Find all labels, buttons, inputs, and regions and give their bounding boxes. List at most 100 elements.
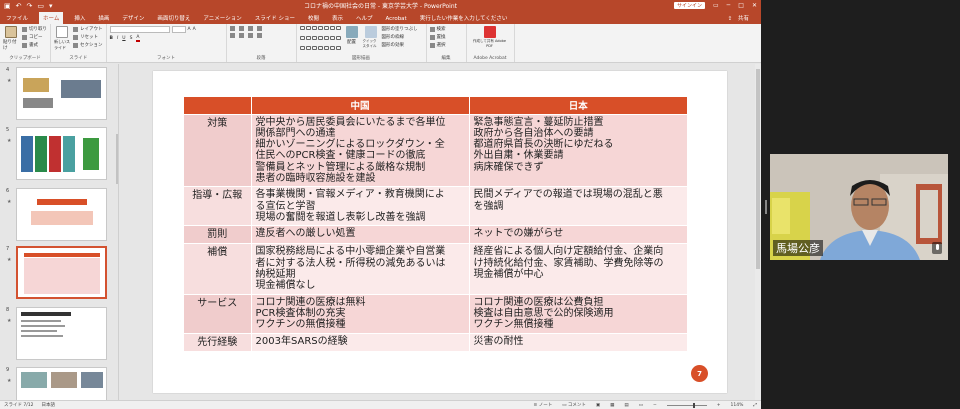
reset-button[interactable]: リセット: [73, 34, 103, 40]
font-name-select[interactable]: [109, 26, 170, 33]
signin-button[interactable]: サインイン: [673, 2, 705, 9]
grow-font-icon[interactable]: A: [188, 27, 191, 32]
align-right-icon[interactable]: [247, 33, 253, 38]
adobe-share-button[interactable]: 作成して共有 Adobe PDF: [470, 26, 510, 55]
tab-animations[interactable]: アニメーション: [201, 12, 243, 24]
shapes-gallery[interactable]: [299, 26, 341, 55]
tab-view[interactable]: 表示: [330, 12, 345, 24]
reading-view-icon[interactable]: ▤: [624, 403, 628, 408]
tab-file[interactable]: ファイル: [4, 12, 30, 24]
close-icon[interactable]: ✕: [752, 2, 757, 9]
cut-button[interactable]: 切り取り: [22, 26, 47, 32]
italic-icon[interactable]: I: [117, 36, 118, 41]
group-paragraph: 段落: [227, 24, 297, 62]
tab-slideshow[interactable]: スライド ショー: [253, 12, 297, 24]
japan-cell: 緊急事態宣言・蔓延防止措置 政府から各自治体への要請 都道府県首長の決断にゆだね…: [469, 113, 688, 187]
tab-help[interactable]: ヘルプ: [354, 12, 375, 24]
scrollbar-thumb[interactable]: [756, 69, 760, 269]
slide-sorter-icon[interactable]: ▦: [610, 403, 614, 408]
muted-mic-icon: [932, 242, 942, 254]
bullets-icon[interactable]: [229, 26, 235, 31]
thumbnail-scrollbar[interactable]: [116, 134, 118, 184]
new-slide-button[interactable]: 新しいスライド: [54, 26, 70, 55]
shape-fill-button[interactable]: 図形の塗りつぶし: [382, 26, 418, 32]
find-button[interactable]: 検索: [429, 26, 446, 32]
font-color-icon[interactable]: A: [136, 35, 140, 42]
thumbnail-slide-5[interactable]: [16, 127, 107, 180]
slideshow-icon[interactable]: ▭: [639, 403, 643, 408]
arrange-button[interactable]: 配置: [344, 26, 360, 55]
indent-icon[interactable]: [247, 26, 253, 31]
thumbnail-slide-9[interactable]: [16, 367, 107, 400]
zoom-in-icon[interactable]: +: [717, 403, 721, 408]
ribbon-display-icon[interactable]: ▭: [713, 2, 719, 9]
shrink-font-icon[interactable]: A: [193, 27, 196, 32]
align-left-icon[interactable]: [229, 33, 235, 38]
strikethrough-icon[interactable]: S: [130, 36, 133, 41]
select-button[interactable]: 選択: [429, 42, 446, 48]
ribbon-tabs: ファイル ホーム 挿入 描画 デザイン 画面切り替え アニメーション スライド …: [0, 11, 761, 24]
slide-thumbnails-pane[interactable]: 4 ★ 5 ★ 6 ★ 7 ★ 8 ★ 9 ★: [0, 64, 119, 400]
autosave-icon[interactable]: ▣: [4, 2, 11, 10]
language-indicator[interactable]: 日本語: [42, 402, 56, 408]
tab-home[interactable]: ホーム: [39, 12, 64, 24]
comparison-table[interactable]: 中国 日本 対策 党中央から居民委員会にいたるまで各単位 関係部門への通達 細か…: [184, 97, 688, 351]
present-icon[interactable]: ▭: [37, 2, 44, 10]
shape-outline-button[interactable]: 図形の枠線: [382, 34, 418, 40]
thumbnail-slide-8[interactable]: [16, 307, 107, 360]
justify-icon[interactable]: [256, 33, 262, 38]
window-title: コロナ禍の中国社会の日常 - 東京学芸大学 - PowerPoint: [304, 3, 457, 10]
format-painter-button[interactable]: 書式: [22, 42, 47, 48]
arrange-icon: [345, 26, 358, 38]
tab-draw[interactable]: 描画: [96, 12, 111, 24]
tab-insert[interactable]: 挿入: [72, 12, 87, 24]
numbering-icon[interactable]: [238, 26, 244, 31]
tab-design[interactable]: デザイン: [120, 12, 146, 24]
zoom-out-icon[interactable]: −: [653, 403, 657, 408]
quick-styles-button[interactable]: クイック スタイル: [363, 26, 379, 55]
china-cell: 2003年SARSの経験: [251, 332, 470, 351]
customize-icon[interactable]: ▾: [49, 2, 53, 10]
layout-button[interactable]: レイアウト: [73, 26, 103, 32]
thumb-image: [23, 98, 53, 108]
underline-icon[interactable]: U: [122, 36, 125, 41]
maximize-icon[interactable]: □: [738, 2, 744, 9]
table-row: 対策 党中央から居民委員会にいたるまで各単位 関係部門への通達 細かいゾーニング…: [184, 113, 688, 187]
thumbnail-slide-7[interactable]: [16, 246, 107, 299]
zoom-level[interactable]: 114%: [731, 403, 744, 408]
share-icon: ⇪: [727, 16, 734, 22]
tab-acrobat[interactable]: Acrobat: [384, 14, 409, 24]
notes-button[interactable]: ≡ ノート: [534, 402, 553, 408]
group-acrobat: 作成して共有 Adobe PDF Adobe Acrobat: [467, 24, 515, 62]
share-button[interactable]: ⇪ 共有: [724, 12, 753, 24]
bold-icon[interactable]: B: [110, 36, 113, 41]
replace-button[interactable]: 置換: [429, 34, 446, 40]
participant-name: 馬場公彦: [773, 240, 823, 256]
undo-icon[interactable]: ↶: [16, 2, 22, 10]
normal-view-icon[interactable]: ▣: [596, 403, 600, 408]
align-center-icon[interactable]: [238, 33, 244, 38]
minimize-icon[interactable]: ─: [727, 2, 731, 9]
japan-cell: ネットでの嫌がらせ: [469, 225, 688, 244]
redo-icon[interactable]: ↷: [27, 2, 33, 10]
comments-button[interactable]: ▭ コメント: [562, 402, 586, 408]
shape-effects-button[interactable]: 図形の効果: [382, 42, 418, 48]
zoom-slider[interactable]: [666, 402, 707, 408]
tell-me-search[interactable]: 実行したい作業を入力してください: [418, 12, 510, 24]
tab-review[interactable]: 校閲: [306, 12, 321, 24]
row-category: 指導・広報: [184, 186, 252, 226]
slide-counter: スライド 7/12: [4, 403, 34, 408]
copy-button[interactable]: コピー: [22, 34, 47, 40]
font-size-select[interactable]: [171, 26, 186, 33]
thumbnail-slide-6[interactable]: [16, 188, 107, 241]
panel-drag-handle[interactable]: [765, 200, 767, 214]
group-editing: 検索 置換 選択 編集: [427, 24, 467, 62]
line-spacing-icon[interactable]: [256, 26, 262, 31]
thumbnail-slide-4[interactable]: [16, 67, 107, 120]
fit-slide-icon[interactable]: ⤢: [753, 402, 757, 408]
paste-button[interactable]: 貼り付け: [3, 26, 19, 55]
section-button[interactable]: セクション: [73, 42, 103, 48]
layout-icon: [73, 26, 78, 32]
group-font: AA BIUSA フォント: [107, 24, 227, 62]
tab-transitions[interactable]: 画面切り替え: [155, 12, 192, 24]
